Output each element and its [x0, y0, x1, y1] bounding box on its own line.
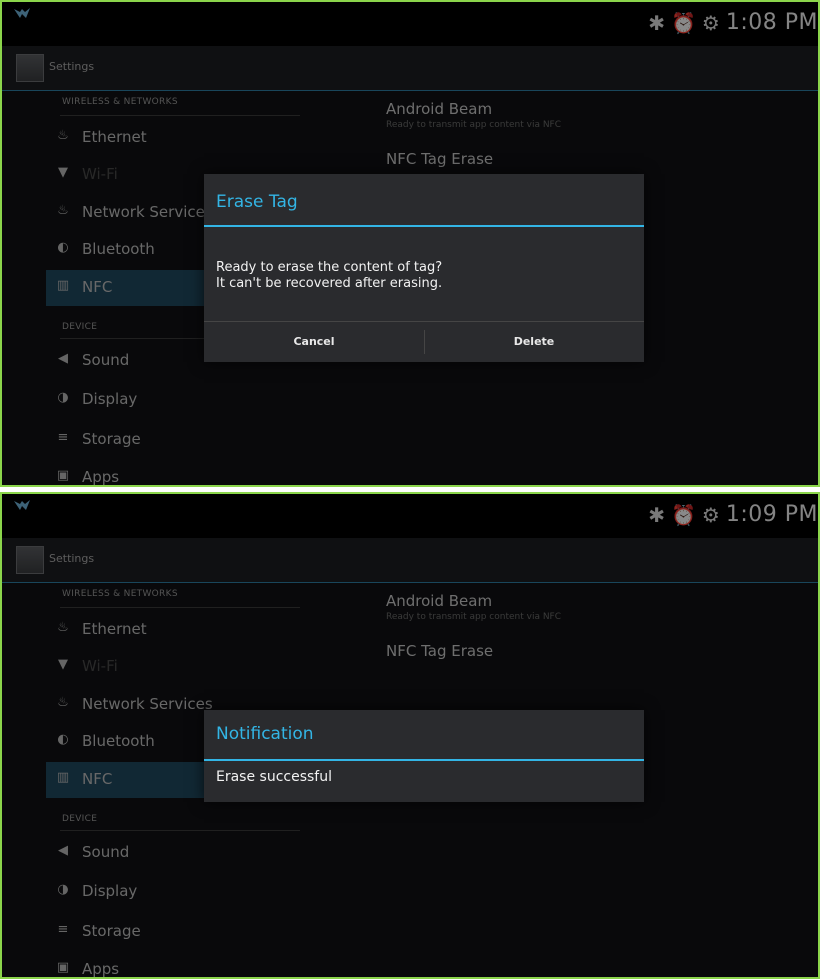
pref-summary: Ready to transmit app content via NFC: [386, 120, 562, 130]
nfc-icon: ▥: [56, 770, 70, 785]
status-bar: ✱ ⏰ ⚙ 1:08 PM: [2, 2, 818, 46]
nfc-preferences: Android Beam Ready to transmit app conte…: [386, 592, 561, 660]
nav-item-apps[interactable]: ▣ Apps: [46, 952, 296, 978]
sound-icon: ◀: [58, 351, 68, 366]
nav-label: Storage: [82, 430, 141, 448]
settings-app-icon[interactable]: [16, 54, 44, 82]
pref-android-beam[interactable]: Android Beam Ready to transmit app conte…: [386, 100, 561, 130]
nav-label: Network Services: [82, 203, 213, 221]
nav-item-ethernet[interactable]: ♨ Ethernet: [46, 120, 296, 156]
status-icons: ✱ ⏰ ⚙ 1:09 PM: [648, 502, 818, 527]
status-time: 1:09 PM: [725, 502, 818, 527]
nav-label: Apps: [82, 468, 120, 486]
action-bar-title: Settings: [49, 60, 95, 73]
pref-android-beam[interactable]: Android Beam Ready to transmit app conte…: [386, 592, 561, 622]
nav-item-wifi[interactable]: ▼ Wi-Fi: [46, 649, 296, 685]
section-divider: [60, 830, 300, 831]
nav-item-storage[interactable]: ≡ Storage: [46, 914, 296, 950]
section-header-wireless: WIRELESS & NETWORKS: [62, 589, 178, 599]
ethernet-status-icon: ⚙: [701, 502, 720, 527]
dialog-title: Notification: [216, 724, 314, 744]
nav-label: Ethernet: [82, 128, 147, 146]
pref-nfc-tag-erase[interactable]: NFC Tag Erase: [386, 150, 561, 168]
nav-label: Display: [82, 390, 138, 408]
bluetooth-icon: ✱: [648, 10, 665, 35]
nav-item-display[interactable]: ◑ Display: [46, 874, 296, 910]
sound-icon: ◀: [58, 843, 68, 858]
dialog-button-bar: Cancel Delete: [204, 321, 644, 362]
bluetooth-icon: ✱: [648, 502, 665, 527]
ethernet-icon: ♨: [57, 128, 69, 143]
status-bar: ✱ ⏰ ⚙ 1:09 PM: [2, 494, 818, 538]
dialog-message: Ready to erase the content of tag? It ca…: [216, 260, 443, 291]
delete-button[interactable]: Delete: [424, 322, 644, 362]
section-header-device: DEVICE: [62, 814, 98, 824]
action-bar: Settings: [2, 46, 818, 91]
ethernet-status-icon: ⚙: [701, 10, 720, 35]
nfc-preferences: Android Beam Ready to transmit app conte…: [386, 100, 561, 168]
nav-label: Network Services: [82, 695, 213, 713]
nav-label: NFC: [82, 770, 113, 788]
status-icons: ✱ ⏰ ⚙ 1:08 PM: [648, 10, 818, 35]
wifi-icon: ▼: [58, 165, 68, 180]
nav-label: Wi-Fi: [82, 657, 118, 675]
cancel-button[interactable]: Cancel: [204, 322, 424, 362]
pref-nfc-tag-erase[interactable]: NFC Tag Erase: [386, 642, 561, 660]
notification-dialog: Notification Erase successful: [204, 710, 644, 802]
pref-summary: Ready to transmit app content via NFC: [386, 612, 562, 622]
nav-item-sound[interactable]: ◀ Sound: [46, 835, 296, 871]
action-bar-title: Settings: [49, 552, 95, 565]
action-bar: Settings: [2, 538, 818, 583]
dialog-title-divider: [204, 225, 644, 227]
nav-label: Ethernet: [82, 620, 147, 638]
storage-icon: ≡: [57, 430, 69, 445]
pref-title: Android Beam: [386, 100, 493, 118]
nfc-icon: ▥: [56, 278, 70, 293]
nav-item-storage[interactable]: ≡ Storage: [46, 422, 296, 458]
ethernet-icon: ♨: [57, 620, 69, 635]
alarm-icon: ⏰: [671, 502, 696, 527]
dialog-message: Erase successful: [216, 769, 332, 785]
ethernet-icon: ♨: [57, 695, 69, 710]
section-header-device: DEVICE: [62, 322, 98, 332]
section-divider: [60, 607, 300, 608]
nav-item-apps[interactable]: ▣ Apps: [46, 460, 296, 486]
nav-label: Sound: [82, 351, 130, 369]
app-logo-icon: [14, 8, 30, 18]
status-time: 1:08 PM: [725, 10, 818, 35]
ethernet-icon: ♨: [57, 203, 69, 218]
nav-label: NFC: [82, 278, 113, 296]
dialog-title-divider: [204, 759, 644, 761]
section-divider: [60, 115, 300, 116]
display-icon: ◑: [57, 390, 69, 405]
nav-item-display[interactable]: ◑ Display: [46, 382, 296, 418]
nav-label: Bluetooth: [82, 732, 155, 750]
apps-icon: ▣: [56, 960, 70, 975]
nav-label: Apps: [82, 960, 120, 978]
pref-title: Android Beam: [386, 592, 493, 610]
nav-label: Storage: [82, 922, 141, 940]
nav-label: Sound: [82, 843, 130, 861]
apps-icon: ▣: [56, 468, 70, 483]
erase-tag-dialog: Erase Tag Ready to erase the content of …: [204, 174, 644, 362]
app-logo-icon: [14, 500, 30, 510]
nav-label: Wi-Fi: [82, 165, 118, 183]
storage-icon: ≡: [57, 922, 69, 937]
bluetooth-icon: ◐: [57, 732, 69, 747]
bluetooth-icon: ◐: [57, 240, 69, 255]
section-header-wireless: WIRELESS & NETWORKS: [62, 97, 178, 107]
nav-label: Bluetooth: [82, 240, 155, 258]
screenshot-erase-tag: ✱ ⏰ ⚙ 1:08 PM Settings WIRELESS & NETWOR…: [0, 0, 820, 487]
dialog-title: Erase Tag: [216, 192, 298, 212]
display-icon: ◑: [57, 882, 69, 897]
settings-app-icon[interactable]: [16, 546, 44, 574]
wifi-icon: ▼: [58, 657, 68, 672]
nav-label: Display: [82, 882, 138, 900]
nav-item-ethernet[interactable]: ♨ Ethernet: [46, 612, 296, 648]
alarm-icon: ⏰: [671, 10, 696, 35]
screenshot-notification: ✱ ⏰ ⚙ 1:09 PM Settings WIRELESS & NETWOR…: [0, 492, 820, 979]
